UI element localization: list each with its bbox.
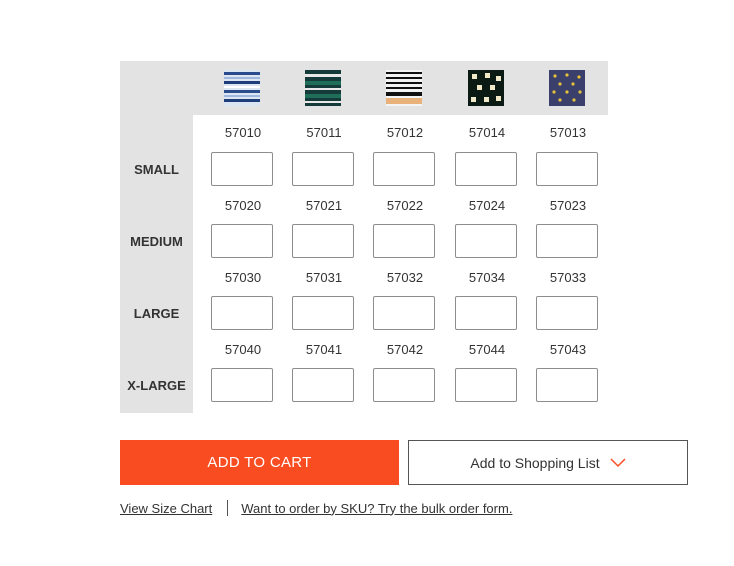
add-to-cart-button[interactable]: ADD TO CART bbox=[120, 440, 399, 485]
sku-label: 57033 bbox=[549, 270, 587, 285]
sku-label: 57042 bbox=[386, 342, 424, 357]
sku-label: 57031 bbox=[305, 270, 343, 285]
quantity-input[interactable] bbox=[536, 296, 598, 330]
sku-label: 57023 bbox=[549, 198, 587, 213]
quantity-input[interactable] bbox=[536, 224, 598, 258]
quantity-input[interactable] bbox=[292, 152, 354, 186]
swatch-header bbox=[120, 61, 608, 115]
add-to-shopping-list-button[interactable]: Add to Shopping List bbox=[408, 440, 688, 485]
sku-label: 57024 bbox=[468, 198, 506, 213]
sku-label: 57044 bbox=[468, 342, 506, 357]
quantity-input[interactable] bbox=[455, 152, 517, 186]
quantity-input[interactable] bbox=[373, 224, 435, 258]
link-divider bbox=[227, 500, 229, 516]
quantity-input[interactable] bbox=[373, 296, 435, 330]
sku-label: 57022 bbox=[386, 198, 424, 213]
navy-dot-swatch bbox=[549, 70, 585, 106]
sku-label: 57041 bbox=[305, 342, 343, 357]
quantity-input[interactable] bbox=[292, 368, 354, 402]
sku-label: 57020 bbox=[224, 198, 262, 213]
black-square-swatch bbox=[468, 70, 504, 106]
sku-label: 57013 bbox=[549, 125, 587, 140]
sku-label: 57043 bbox=[549, 342, 587, 357]
sku-label: 57011 bbox=[306, 125, 342, 140]
quantity-grid: 57010 57011 57012 57014 57013 SMALL 5702… bbox=[120, 61, 608, 413]
quantity-input[interactable] bbox=[373, 368, 435, 402]
quantity-input[interactable] bbox=[211, 152, 273, 186]
size-label-large: LARGE bbox=[133, 306, 180, 321]
size-label-x-large: X-LARGE bbox=[127, 378, 186, 393]
quantity-input[interactable] bbox=[211, 296, 273, 330]
blue-stripe-swatch bbox=[224, 70, 260, 106]
black-tan-stripe-swatch bbox=[386, 70, 422, 106]
quantity-input[interactable] bbox=[211, 224, 273, 258]
green-stripe-swatch bbox=[305, 70, 341, 106]
sku-label: 57040 bbox=[224, 342, 262, 357]
quantity-input[interactable] bbox=[292, 224, 354, 258]
quantity-input[interactable] bbox=[536, 368, 598, 402]
sku-label: 57034 bbox=[468, 270, 506, 285]
bulk-order-link[interactable]: Want to order by SKU? Try the bulk order… bbox=[241, 501, 512, 516]
sku-label: 57010 bbox=[224, 125, 262, 140]
size-label-medium: MEDIUM bbox=[130, 234, 183, 249]
sku-label: 57032 bbox=[386, 270, 424, 285]
sku-label: 57012 bbox=[386, 125, 424, 140]
quantity-input[interactable] bbox=[536, 152, 598, 186]
view-size-chart-link[interactable]: View Size Chart bbox=[120, 501, 212, 516]
quantity-input[interactable] bbox=[455, 224, 517, 258]
footer-links: View Size Chart Want to order by SKU? Tr… bbox=[120, 500, 512, 516]
add-to-shopping-list-label: Add to Shopping List bbox=[470, 454, 600, 471]
quantity-input[interactable] bbox=[211, 368, 273, 402]
quantity-input[interactable] bbox=[373, 152, 435, 186]
size-label-small: SMALL bbox=[134, 162, 179, 177]
sku-label: 57014 bbox=[468, 125, 506, 140]
quantity-input[interactable] bbox=[455, 368, 517, 402]
chevron-down-icon bbox=[610, 457, 626, 467]
sku-label: 57030 bbox=[224, 270, 262, 285]
sku-label: 57021 bbox=[305, 198, 343, 213]
quantity-input[interactable] bbox=[292, 296, 354, 330]
quantity-input[interactable] bbox=[455, 296, 517, 330]
